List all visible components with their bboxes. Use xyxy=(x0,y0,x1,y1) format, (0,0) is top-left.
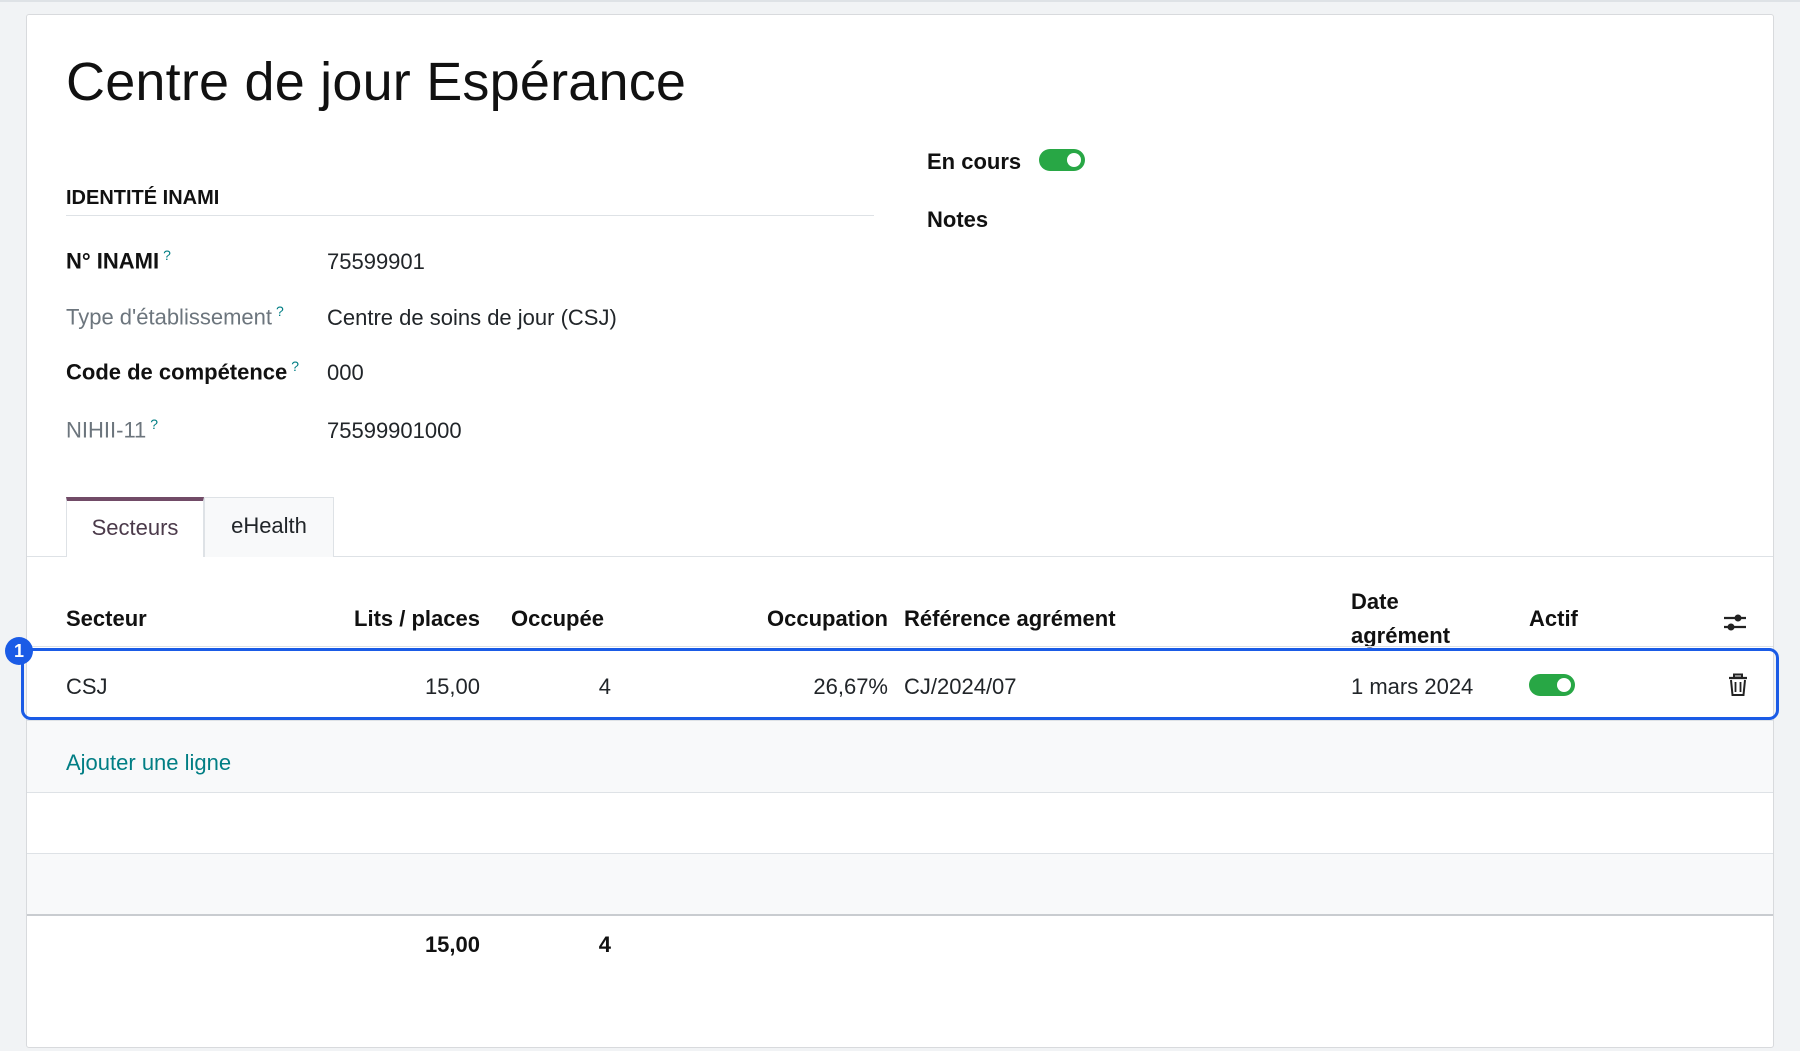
field-value-nihii-11: 75599901000 xyxy=(327,418,462,443)
selection-badge: 1 xyxy=(5,637,33,665)
col-header-occupee[interactable]: Occupée xyxy=(511,606,604,632)
add-line-row xyxy=(27,720,1773,793)
empty-row xyxy=(27,792,1773,854)
help-tooltip-icon[interactable]: ? xyxy=(276,303,284,319)
field-value-type-etablissement: Centre de soins de jour (CSJ) xyxy=(327,305,617,330)
help-tooltip-icon[interactable]: ? xyxy=(150,416,158,432)
form-sheet: Centre de jour Espérance IDENTITÉ INAMI … xyxy=(5,14,1779,1048)
col-header-secteur[interactable]: Secteur xyxy=(66,606,147,632)
field-label-type-etablissement: Type d'établissement? xyxy=(66,303,284,330)
col-header-actif[interactable]: Actif xyxy=(1529,606,1578,632)
col-header-lits-places[interactable]: Lits / places xyxy=(287,606,480,632)
en-cours-label: En cours xyxy=(927,149,1022,174)
notes-label: Notes xyxy=(927,207,989,232)
field-value-code-competence[interactable]: 000 xyxy=(327,360,364,386)
total-lits-places: 15,00 xyxy=(424,932,480,957)
help-tooltip-icon[interactable]: ? xyxy=(291,358,299,374)
header-divider xyxy=(27,646,1773,647)
tab-secteurs[interactable]: Secteurs xyxy=(66,497,204,557)
en-cours-toggle[interactable] xyxy=(1039,149,1085,171)
field-label-n-inami: N° INAMI? xyxy=(66,247,171,274)
record-title: Centre de jour Espérance xyxy=(66,52,687,112)
group-title-identite-inami: IDENTITÉ INAMI xyxy=(66,187,874,216)
col-header-date-agrement-line1[interactable]: Date xyxy=(1351,589,1399,615)
total-occupee: 4 xyxy=(598,932,611,957)
col-header-occupation[interactable]: Occupation xyxy=(727,606,888,632)
field-label-nihii-11: NIHII-11? xyxy=(66,416,159,443)
field-label-code-competence: Code de compétence? xyxy=(66,358,300,385)
tab-ehealth[interactable]: eHealth xyxy=(204,497,334,557)
add-line-link[interactable]: Ajouter une ligne xyxy=(66,750,231,776)
toggle-knob xyxy=(1067,153,1081,167)
top-border xyxy=(0,0,1800,2)
selected-row-highlight xyxy=(21,648,1779,720)
empty-row xyxy=(27,853,1773,915)
settings-sliders-icon[interactable] xyxy=(1722,610,1748,634)
footer-divider xyxy=(27,914,1773,916)
field-value-n-inami[interactable]: 75599901 xyxy=(327,249,425,275)
col-header-reference-agrement[interactable]: Référence agrément xyxy=(904,606,1116,632)
help-tooltip-icon[interactable]: ? xyxy=(163,247,171,263)
